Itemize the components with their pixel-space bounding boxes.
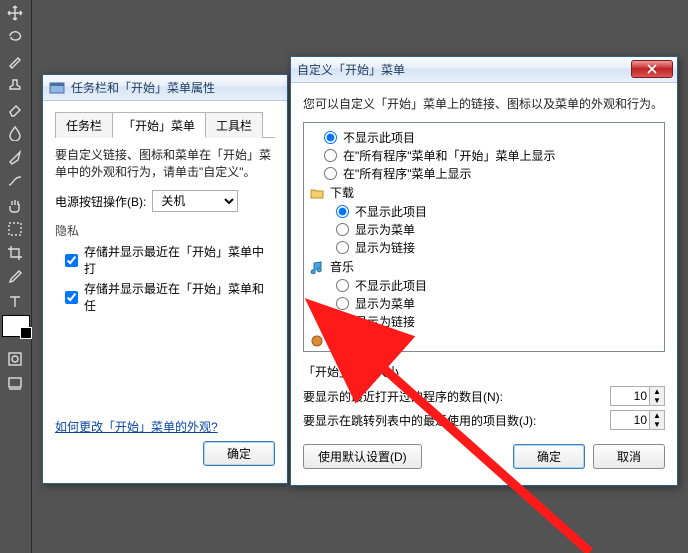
g0-opt2[interactable] <box>324 167 337 180</box>
music-opt1[interactable] <box>336 297 349 310</box>
help-link[interactable]: 如何更改「开始」菜单的外观? <box>55 420 218 434</box>
spin-up-icon[interactable]: ▲ <box>650 387 664 396</box>
eraser-tool-icon[interactable] <box>0 98 30 120</box>
size-section-head: 「开始」菜单大小 <box>303 363 665 380</box>
brush-tool-icon[interactable] <box>0 50 30 72</box>
dialog2-titlebar[interactable]: 自定义「开始」菜单 <box>291 57 677 83</box>
pen-tool-icon[interactable] <box>0 146 30 168</box>
path-tool-icon[interactable] <box>0 170 30 192</box>
programs-count-input[interactable] <box>610 386 650 406</box>
swatches-icon[interactable] <box>0 314 30 336</box>
tab-toolbars[interactable]: 工具栏 <box>205 112 263 138</box>
dialog2-title: 自定义「开始」菜单 <box>297 61 405 78</box>
music-opt0[interactable] <box>336 279 349 292</box>
customize-hint: 要自定义链接、图标和菜单在「开始」菜单中的外观和行为，请单击"自定义"。 <box>55 146 275 180</box>
tab-start-menu[interactable]: 「开始」菜单 <box>112 112 206 138</box>
blur-tool-icon[interactable] <box>0 122 30 144</box>
hand-tool-icon[interactable] <box>0 194 30 216</box>
privacy-title: 隐私 <box>55 222 275 239</box>
eyedropper-tool-icon[interactable] <box>0 266 30 288</box>
options-tree[interactable]: 不显示此项目 在"所有程序"菜单和「开始」菜单上显示 在"所有程序"菜单上显示 … <box>303 122 665 352</box>
privacy-group: 隐私 存储并显示最近在「开始」菜单中打 存储并显示最近在「开始」菜单和任 <box>55 222 275 314</box>
power-button-select[interactable]: 关机 <box>152 190 238 212</box>
g0-opt1[interactable] <box>324 149 337 162</box>
move-tool-icon[interactable] <box>0 2 30 24</box>
privacy-check1[interactable] <box>65 254 78 267</box>
downloads-opt0[interactable] <box>336 205 349 218</box>
g0-opt0[interactable] <box>324 131 337 144</box>
lasso-tool-icon[interactable] <box>0 26 30 48</box>
privacy-check2[interactable] <box>65 291 78 304</box>
screenmode-icon[interactable] <box>0 372 30 394</box>
crop-tool-icon[interactable] <box>0 242 30 264</box>
music-opt2[interactable] <box>336 315 349 328</box>
dialog1-title: 任务栏和「开始」菜单属性 <box>71 79 215 96</box>
text-tool-icon[interactable] <box>0 290 30 312</box>
quickmask-icon[interactable] <box>0 348 30 370</box>
close-icon <box>647 64 657 74</box>
dialog1-tabs: 任务栏 「开始」菜单 工具栏 <box>55 111 275 138</box>
music-icon <box>310 260 324 274</box>
dialog1-ok-button[interactable]: 确定 <box>203 441 275 466</box>
downloads-opt1[interactable] <box>336 223 349 236</box>
programs-count-label: 要显示的最近打开过的程序的数目(N): <box>303 388 503 405</box>
marquee-tool-icon[interactable] <box>0 218 30 240</box>
dialog2-cancel-button[interactable]: 取消 <box>593 444 665 469</box>
close-button[interactable] <box>631 60 673 78</box>
programs-count-spin[interactable]: ▲▼ <box>610 386 665 406</box>
stamp-tool-icon[interactable] <box>0 74 30 96</box>
spin-up-icon[interactable]: ▲ <box>650 411 664 420</box>
downloads-label: 下载 <box>330 184 354 201</box>
defaults-button[interactable]: 使用默认设置(D) <box>303 444 422 469</box>
spin-down-icon[interactable]: ▼ <box>650 396 664 405</box>
app-toolbar <box>0 0 32 553</box>
music-label: 音乐 <box>330 258 354 275</box>
jumplist-count-label: 要显示在跳转列表中的最近使用的项目数(J): <box>303 412 536 429</box>
spin-down-icon[interactable]: ▼ <box>650 420 664 429</box>
customize-start-menu-dialog: 自定义「开始」菜单 您可以自定义「开始」菜单上的链接、图标以及菜单的外观和行为。… <box>290 56 678 486</box>
privacy-check1-label: 存储并显示最近在「开始」菜单中打 <box>84 243 275 277</box>
jumplist-count-spin[interactable]: ▲▼ <box>610 410 665 430</box>
dialog1-titlebar[interactable]: 任务栏和「开始」菜单属性 <box>43 75 287 101</box>
jumplist-count-input[interactable] <box>610 410 650 430</box>
taskbar-properties-dialog: 任务栏和「开始」菜单属性 任务栏 「开始」菜单 工具栏 要自定义链接、图标和菜单… <box>42 74 288 484</box>
window-icon <box>49 80 65 96</box>
folder-icon <box>310 186 324 200</box>
downloads-opt2[interactable] <box>336 241 349 254</box>
dialog2-ok-button[interactable]: 确定 <box>513 444 585 469</box>
tab-taskbar[interactable]: 任务栏 <box>55 112 113 138</box>
dialog2-desc: 您可以自定义「开始」菜单上的链接、图标以及菜单的外观和行为。 <box>303 95 665 112</box>
power-button-label: 电源按钮操作(B): <box>55 193 146 210</box>
games-icon <box>310 334 324 348</box>
games-label: 游戏 <box>330 332 354 349</box>
privacy-check2-label: 存储并显示最近在「开始」菜单和任 <box>84 280 275 314</box>
